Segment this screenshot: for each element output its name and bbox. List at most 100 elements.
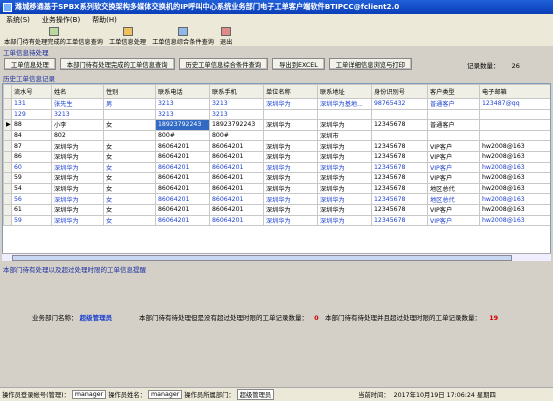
table-cell[interactable]: 86064201	[155, 172, 210, 184]
table-row[interactable]: 56 深圳华为女 86064201 86064201 深圳华为 深圳华为 12345678 地…	[3, 193, 550, 205]
history-query-button[interactable]: 历史工单信息综合条件查询	[178, 58, 269, 70]
table-cell[interactable]: 深圳华为	[263, 140, 318, 152]
table-cell[interactable]: 深圳华为	[51, 172, 104, 184]
table-cell[interactable]: 12345678	[371, 214, 428, 227]
table-cell[interactable]: 86064201	[155, 214, 210, 227]
pending-orders-query-button[interactable]: 本部门待有处理完成的工单信息查询	[59, 58, 175, 70]
table-cell[interactable]: 深圳华为基地...	[317, 98, 372, 110]
menu-help[interactable]: 帮助(H)	[86, 15, 123, 25]
table-cell[interactable]: hw2008@163	[479, 214, 550, 227]
table-cell[interactable]: 86064201	[155, 140, 210, 152]
table-cell[interactable]: 深圳华为	[51, 193, 104, 205]
table-cell[interactable]: 深圳华为	[317, 172, 372, 184]
table-cell[interactable]: hw2008@163	[479, 161, 550, 174]
table-cell[interactable]: 12345678	[371, 182, 428, 195]
row-indicator[interactable]	[3, 172, 12, 184]
table-cell[interactable]: VIP客户	[427, 203, 480, 216]
table-cell[interactable]: 86064201	[209, 182, 264, 195]
table-cell[interactable]: 800#	[209, 129, 264, 142]
table-cell[interactable]	[479, 119, 550, 131]
row-indicator[interactable]	[3, 161, 12, 174]
table-cell[interactable]: 小李	[51, 119, 104, 131]
table-cell[interactable]: 59	[11, 214, 52, 227]
table-cell[interactable]: 张先生	[51, 98, 104, 110]
toolbar-exit-button[interactable]: 退出	[218, 27, 234, 46]
table-cell[interactable]: 12345678	[371, 140, 428, 152]
table-cell[interactable]	[479, 129, 550, 142]
row-indicator[interactable]	[3, 98, 12, 110]
scrollbar-thumb[interactable]	[12, 255, 512, 261]
table-row[interactable]: 54 深圳华为女 86064201 86064201 深圳华为 深圳华为 12345678 地…	[3, 182, 550, 195]
table-cell[interactable]: 深圳华为	[263, 150, 318, 163]
table-cell[interactable]: 98765432	[371, 98, 428, 110]
toolbar-search-button[interactable]: 工单信息综合条件查询	[150, 27, 216, 46]
process-order-button[interactable]: 工单信息处理	[4, 58, 56, 70]
table-cell[interactable]	[427, 129, 480, 142]
row-indicator[interactable]	[3, 193, 12, 205]
table-cell[interactable]: 深圳华为	[317, 119, 372, 131]
table-cell[interactable]	[371, 108, 428, 121]
table-cell[interactable]: 地区总代	[427, 193, 480, 205]
table-cell[interactable]: 131	[11, 98, 52, 110]
table-cell[interactable]: 女	[103, 193, 156, 205]
menu-business[interactable]: 业务操作(B)	[36, 15, 86, 25]
table-cell[interactable]: 86064201	[209, 161, 264, 174]
table-cell[interactable]: 3213	[155, 98, 210, 110]
table-cell[interactable]: 86064201	[209, 140, 264, 152]
menu-system[interactable]: 系统(S)	[0, 15, 36, 25]
table-cell[interactable]: 深圳华为	[263, 161, 318, 174]
table-cell[interactable]	[103, 129, 156, 142]
table-cell[interactable]: 深圳华为	[317, 161, 372, 174]
table-cell[interactable]: 87	[11, 140, 52, 152]
table-cell[interactable]	[479, 108, 550, 121]
column-header[interactable]: 客户类型	[427, 84, 480, 99]
table-cell[interactable]: 86064201	[155, 193, 210, 205]
table-cell[interactable]: 女	[103, 150, 156, 163]
table-cell[interactable]: 深圳华为	[317, 214, 372, 227]
table-row[interactable]: 84 802 800# 800# 深圳市	[3, 129, 550, 142]
table-cell[interactable]: 3213	[51, 108, 104, 121]
table-cell[interactable]: 123487@qq	[479, 98, 550, 110]
table-cell[interactable]: 地区总代	[427, 182, 480, 195]
table-cell[interactable]: hw2008@163	[479, 182, 550, 195]
toolbar-pending-query-button[interactable]: 本部门待有处理完成的工单信息查询	[2, 27, 105, 46]
table-cell[interactable]: 深圳市	[317, 129, 372, 142]
row-indicator[interactable]	[3, 150, 12, 163]
table-cell[interactable]: 86064201	[209, 172, 264, 184]
table-cell[interactable]: VIP客户	[427, 150, 480, 163]
table-cell[interactable]: 3213	[209, 108, 264, 121]
column-header[interactable]: 联系手机	[209, 84, 264, 99]
table-cell[interactable]: 深圳华为	[263, 98, 318, 110]
table-cell[interactable]: 女	[103, 203, 156, 216]
table-cell[interactable]: 女	[103, 214, 156, 227]
table-cell[interactable]: 56	[11, 193, 52, 205]
table-cell[interactable]: 深圳华为	[317, 182, 372, 195]
table-cell[interactable]: 深圳华为	[317, 140, 372, 152]
table-cell[interactable]: 3213	[155, 108, 210, 121]
row-indicator[interactable]	[3, 129, 12, 142]
table-row[interactable]: 59 深圳华为女 86064201 86064201 深圳华为 深圳华为 12345678 V…	[3, 172, 550, 184]
table-cell[interactable]	[317, 108, 372, 121]
export-excel-button[interactable]: 导出到EXCEL	[272, 58, 325, 70]
table-cell[interactable]: 深圳华为	[317, 203, 372, 216]
table-cell[interactable]: 12345678	[371, 193, 428, 205]
table-row[interactable]: 60 深圳华为女 86064201 86064201 深圳华为 深圳华为 12345678 V…	[3, 161, 550, 174]
table-cell[interactable]: 12345678	[371, 150, 428, 163]
table-cell[interactable]: 12345678	[371, 161, 428, 174]
table-cell[interactable]: 86064201	[155, 161, 210, 174]
table-cell[interactable]: 女	[103, 182, 156, 195]
table-row[interactable]: 129 3213 3213 3213	[3, 108, 550, 121]
table-row[interactable]: ▶ 88 小李女 18923792243 18923792243 深圳华为 深圳华为 1234…	[3, 119, 550, 131]
table-cell[interactable]: VIP客户	[427, 172, 480, 184]
table-cell[interactable]: 800#	[155, 129, 210, 142]
table-cell[interactable]: 男	[103, 98, 156, 110]
column-header[interactable]: 单位名称	[263, 84, 318, 99]
row-indicator[interactable]	[3, 108, 12, 121]
table-cell[interactable]: 深圳华为	[263, 214, 318, 227]
table-cell[interactable]: 86064201	[209, 150, 264, 163]
table-cell[interactable]: 深圳华为	[317, 193, 372, 205]
table-cell[interactable]: 86064201	[209, 193, 264, 205]
table-cell[interactable]: 86064201	[155, 203, 210, 216]
table-cell[interactable]: hw2008@163	[479, 203, 550, 216]
table-cell[interactable]: 深圳华为	[263, 172, 318, 184]
